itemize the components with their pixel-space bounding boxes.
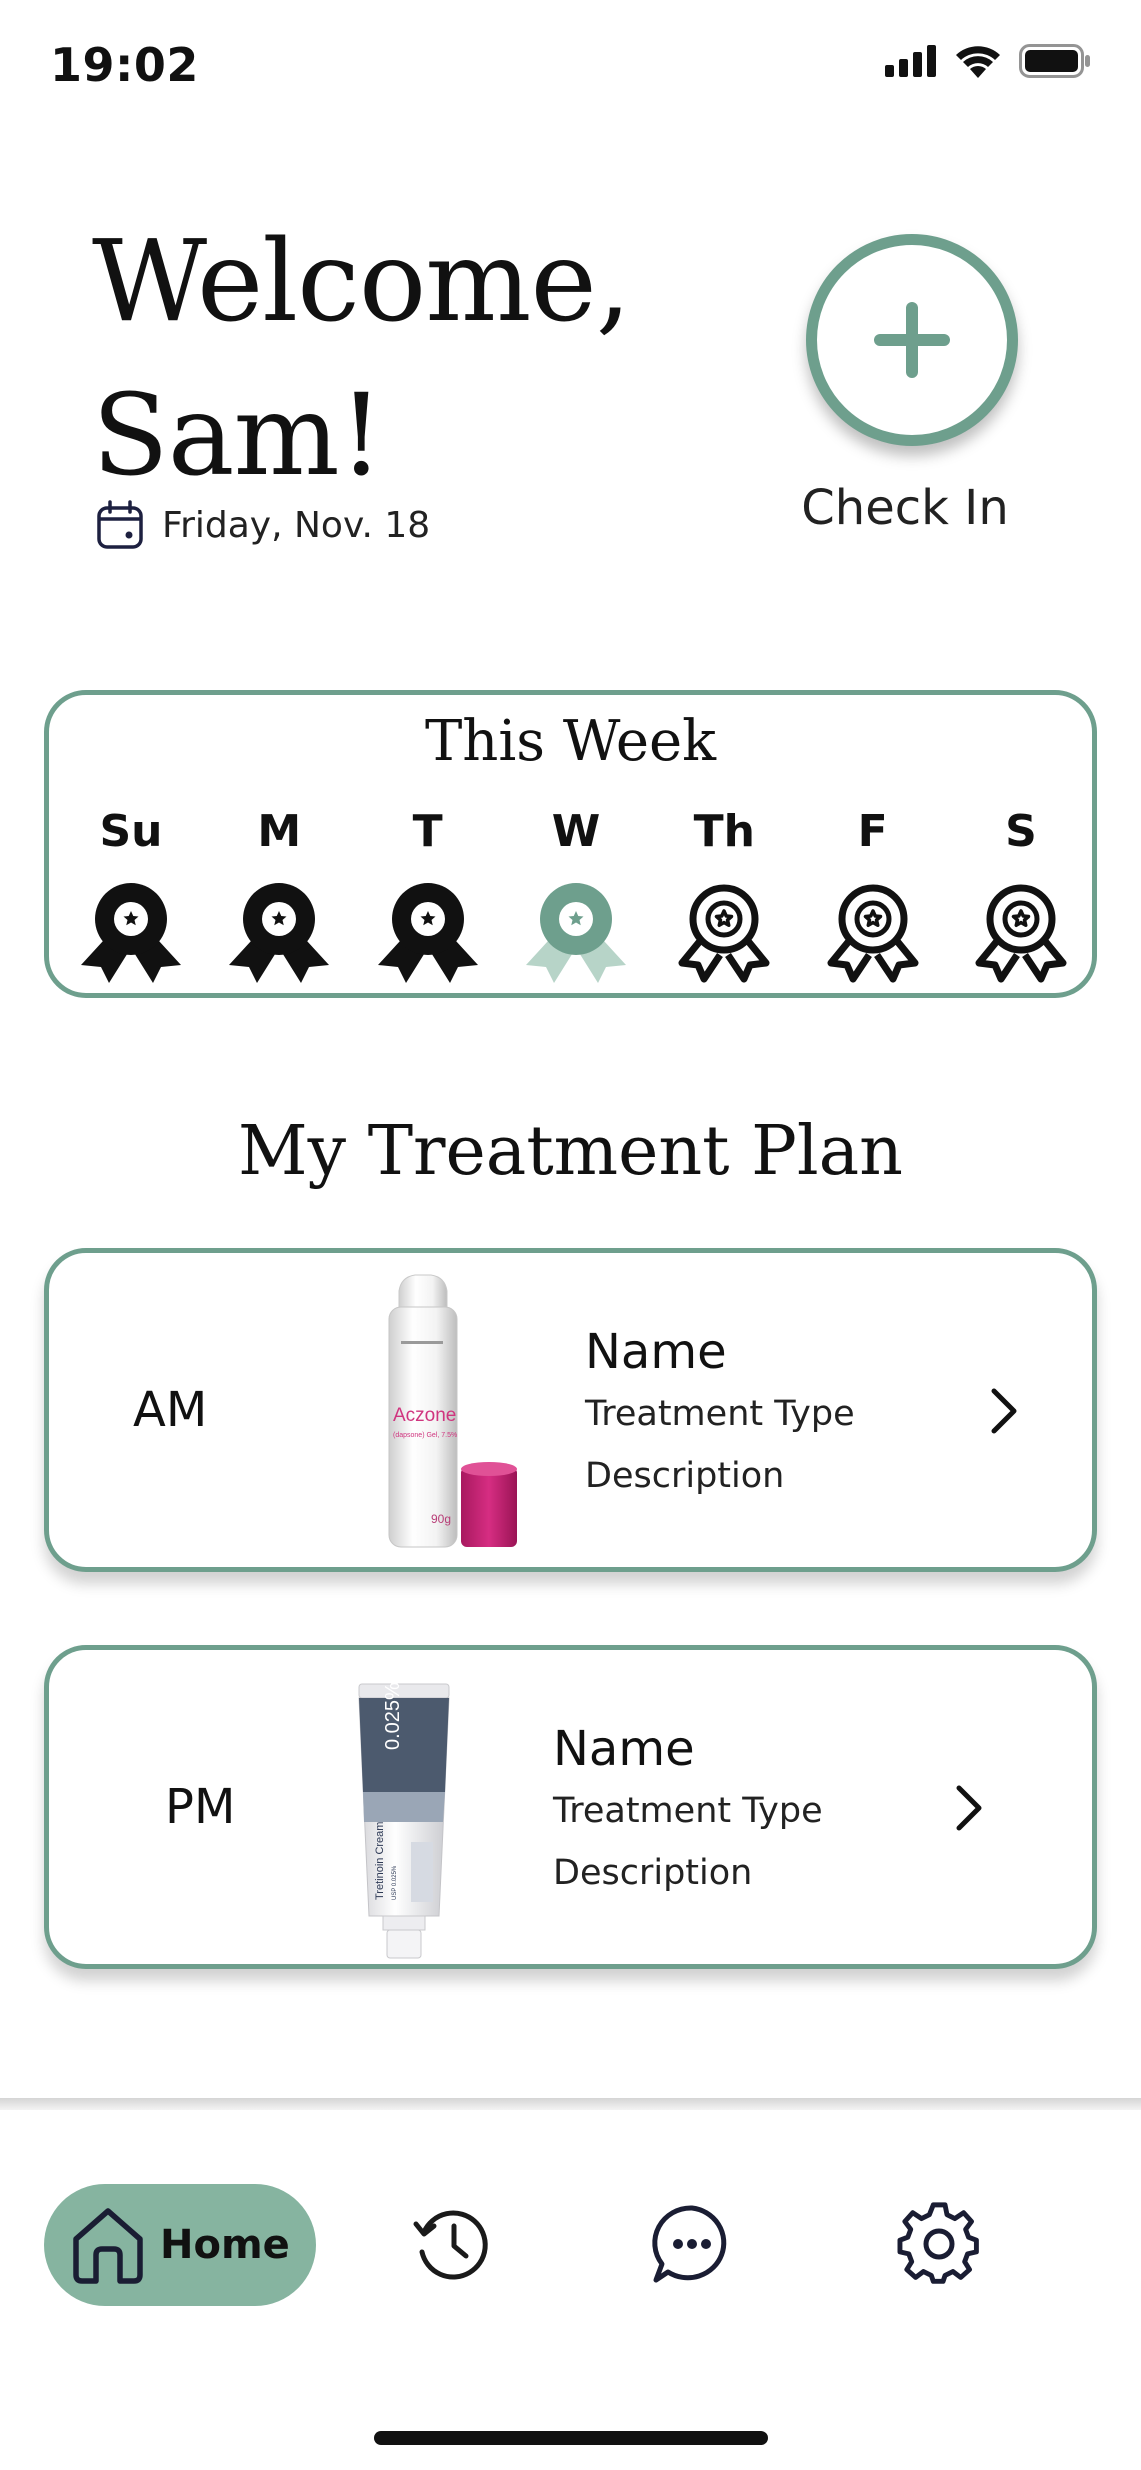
product-image-aczone: Aczone (dapsone) Gel, 7.5% 90g xyxy=(388,1274,517,1548)
day-label: F xyxy=(857,806,888,857)
treatment-name: Name xyxy=(553,1721,695,1777)
period-label: PM xyxy=(165,1779,236,1835)
day-label: T xyxy=(412,806,443,857)
day-saturday[interactable]: S xyxy=(961,803,1081,983)
home-icon xyxy=(73,2208,143,2284)
treatment-info: Name Treatment Type Description xyxy=(585,1321,855,1507)
current-date: Friday, Nov. 18 xyxy=(162,504,431,546)
history-icon[interactable] xyxy=(410,2202,494,2286)
date-row: Friday, Nov. 18 xyxy=(96,500,430,550)
treatment-info: Name Treatment Type Description xyxy=(553,1718,823,1904)
week-title: This Week xyxy=(424,709,717,774)
award-badge-icon xyxy=(81,883,181,983)
tab-bar: Home xyxy=(0,2110,1141,2470)
product-image-tretinoin: 0.025% Tretinoin Cream USP 0.025% xyxy=(358,1682,450,1959)
section-title: My Treatment Plan xyxy=(238,1112,903,1191)
award-badge-icon xyxy=(975,884,1067,983)
status-bar: 19:02 xyxy=(0,0,1141,130)
day-thursday[interactable]: Th xyxy=(664,803,784,983)
wifi-icon xyxy=(956,46,1000,78)
day-label: S xyxy=(1005,806,1037,857)
tab-home-label: Home xyxy=(160,2222,290,2268)
day-label: Th xyxy=(693,806,755,857)
day-label: M xyxy=(257,806,302,857)
chevron-right-icon[interactable] xyxy=(949,1780,989,1836)
period-label: AM xyxy=(133,1382,208,1438)
calendar-icon xyxy=(97,500,143,549)
award-badge-icon xyxy=(525,883,626,983)
check-in-button[interactable] xyxy=(806,234,1018,446)
day-friday[interactable]: F xyxy=(813,803,933,983)
gear-icon[interactable] xyxy=(897,2202,981,2286)
home-indicator xyxy=(374,2431,768,2445)
day-tuesday[interactable]: T xyxy=(368,803,488,983)
award-badge-icon xyxy=(678,884,770,983)
day-label: W xyxy=(551,806,601,857)
welcome-line: Welcome, xyxy=(92,217,631,347)
chat-icon[interactable] xyxy=(650,2202,734,2286)
award-badge-icon xyxy=(827,884,919,983)
signal-icon xyxy=(885,45,936,77)
award-badge-icon xyxy=(229,883,330,983)
treatment-type: Treatment Type xyxy=(553,1791,823,1831)
status-time: 19:02 xyxy=(50,38,199,92)
day-label: Su xyxy=(99,806,163,857)
status-icons xyxy=(885,44,1091,78)
product-label: Aczone xyxy=(393,1405,456,1426)
product-subtitle: USP 0.025% xyxy=(392,1865,398,1900)
plus-icon xyxy=(874,302,950,378)
product-strength: 0.025% xyxy=(382,1682,404,1750)
user-name: Sam! xyxy=(92,371,384,501)
treatment-description: Description xyxy=(553,1853,753,1893)
treatment-description: Description xyxy=(585,1456,785,1496)
product-label: Tretinoin Cream xyxy=(374,1822,386,1900)
treatment-card-am[interactable]: AM Aczone (dapsone) Gel, 7.5% 90g Name T… xyxy=(44,1248,1097,1572)
this-week-card: This Week Su M T W Th F S xyxy=(44,690,1097,998)
treatment-card-pm[interactable]: PM 0.025% Tretinoin Cream USP 0.025% Nam… xyxy=(44,1645,1097,1969)
award-badge-icon xyxy=(377,883,478,983)
product-size: 90g xyxy=(431,1512,451,1526)
day-monday[interactable]: M xyxy=(219,803,339,983)
treatment-type: Treatment Type xyxy=(585,1394,855,1434)
chevron-right-icon[interactable] xyxy=(984,1383,1024,1439)
check-in-label[interactable]: Check In xyxy=(740,480,1070,536)
tab-bar-divider xyxy=(0,2098,1141,2110)
battery-icon xyxy=(1019,44,1090,78)
tab-home[interactable]: Home xyxy=(44,2184,316,2306)
days-row: Su M T W Th F S xyxy=(71,803,1081,983)
treatment-name: Name xyxy=(585,1324,727,1380)
page-title: Welcome, Sam! xyxy=(92,205,732,513)
day-sunday[interactable]: Su xyxy=(71,803,191,983)
product-subtitle: (dapsone) Gel, 7.5% xyxy=(393,1432,457,1439)
day-wednesday[interactable]: W xyxy=(516,803,636,983)
